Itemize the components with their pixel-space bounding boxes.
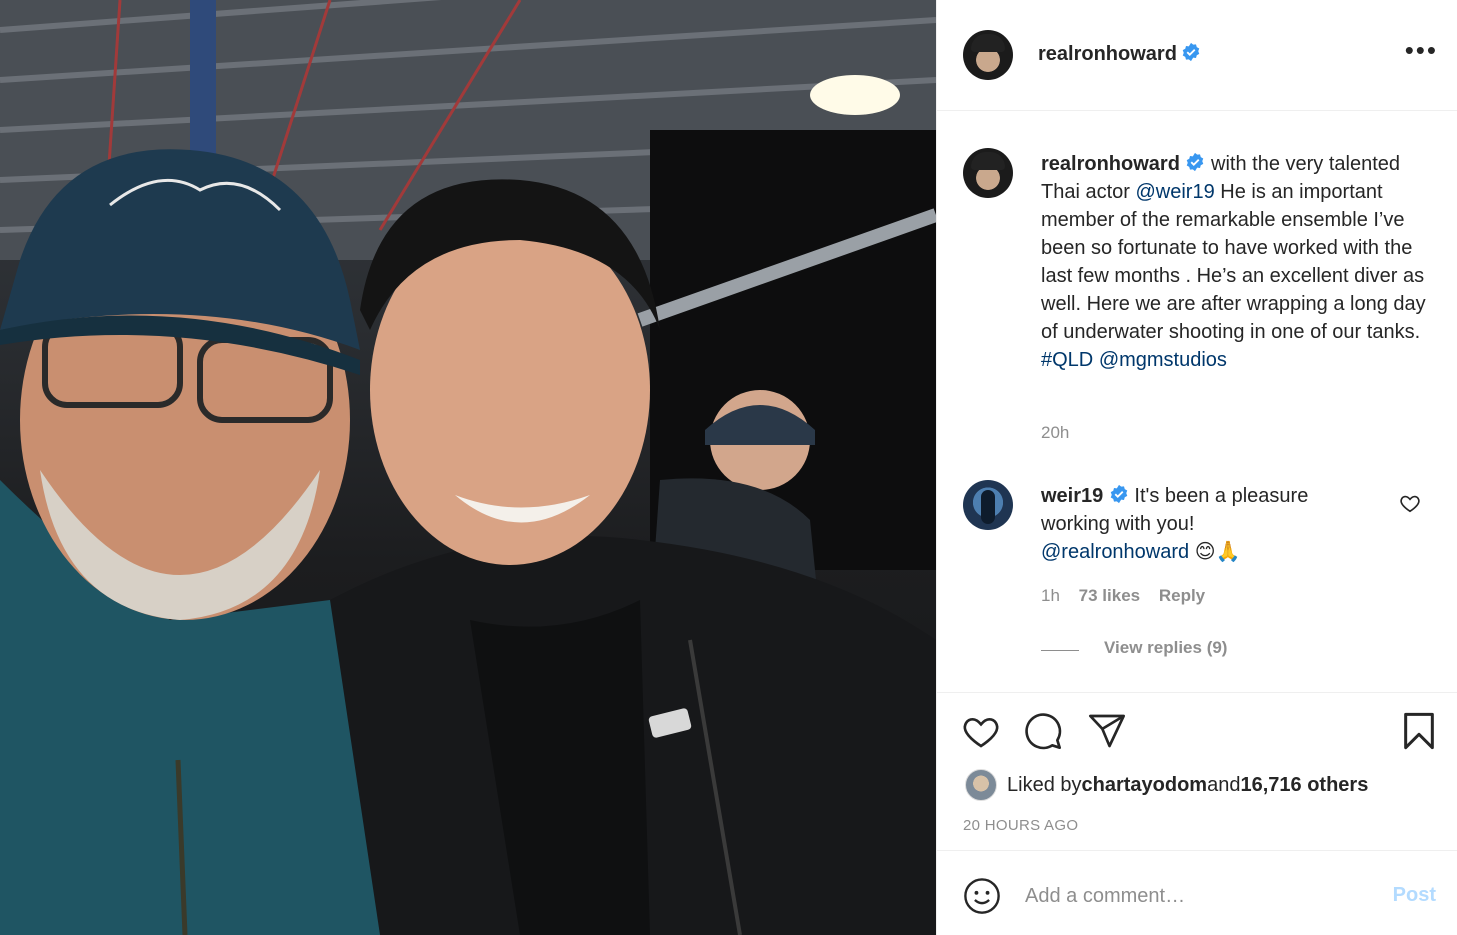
like-heart-icon[interactable] (961, 711, 1001, 751)
caption-text-2: He is an important member of the remarka… (1041, 181, 1426, 343)
liker-username[interactable]: chartayodom (1082, 774, 1208, 797)
comment-meta: 1h 73 likes Reply (1041, 586, 1219, 606)
caption-timestamp[interactable]: 20h (1041, 423, 1069, 443)
comment-bubble-icon[interactable] (1023, 711, 1063, 751)
author-username[interactable]: realronhoward (1038, 43, 1177, 65)
like-comment-heart-icon[interactable] (1399, 492, 1421, 514)
likes-prefix: Liked by (1007, 773, 1082, 796)
hashtag-link[interactable]: #QLD (1041, 349, 1093, 371)
likes-summary: Liked by chartayodom and 16,716 others (965, 769, 1368, 801)
comment-likes-count[interactable]: 73 likes (1079, 586, 1140, 605)
save-bookmark-icon[interactable] (1399, 711, 1439, 751)
likes-middle: and (1207, 773, 1241, 796)
share-paper-plane-icon[interactable] (1087, 711, 1127, 751)
emoji-smiley-icon[interactable] (963, 877, 1001, 915)
post-photo-illustration (0, 0, 936, 935)
caption: realronhoward with the very talented Tha… (1041, 150, 1436, 374)
view-replies-button[interactable]: View replies (9) (1104, 638, 1227, 658)
mention-mgmstudios-link[interactable]: @mgmstudios (1099, 349, 1227, 371)
mention-realronhoward-link[interactable]: @realronhoward (1041, 541, 1189, 563)
commenter-avatar[interactable] (963, 480, 1013, 530)
liker-avatar[interactable] (965, 769, 997, 801)
comment-input[interactable] (1025, 879, 1365, 913)
comment-timestamp[interactable]: 1h (1041, 586, 1060, 605)
post-actions: Liked by chartayodom and 16,716 others 2… (937, 692, 1457, 850)
likes-count[interactable]: 16,716 others (1240, 774, 1368, 797)
add-comment-bar: Post (937, 850, 1457, 935)
post-details-panel: realronhoward ••• realronhoward with the… (936, 0, 1457, 935)
verified-badge-icon (1110, 484, 1128, 504)
comment-reply-button[interactable]: Reply (1159, 586, 1205, 605)
verified-badge-icon (1183, 42, 1200, 62)
more-options-icon[interactable]: ••• (1405, 37, 1438, 63)
post-date[interactable]: 20 HOURS AGO (963, 817, 1078, 834)
post-header: realronhoward ••• (937, 0, 1457, 111)
comment-emoji: 😊🙏 (1194, 541, 1241, 563)
commenter-username[interactable]: weir19 (1041, 485, 1103, 507)
view-replies-divider (1041, 650, 1079, 651)
author-info: realronhoward (1038, 42, 1201, 66)
caption-author-username[interactable]: realronhoward (1041, 153, 1180, 175)
caption-author-avatar[interactable] (963, 148, 1013, 198)
post-comment-button[interactable]: Post (1393, 884, 1436, 907)
verified-badge-icon (1187, 152, 1204, 172)
mention-weir19-link[interactable]: @weir19 (1135, 181, 1214, 203)
author-avatar[interactable] (963, 30, 1013, 80)
comment: weir19 It's been a pleasure working with… (1041, 482, 1381, 566)
post-photo[interactable] (0, 0, 936, 935)
